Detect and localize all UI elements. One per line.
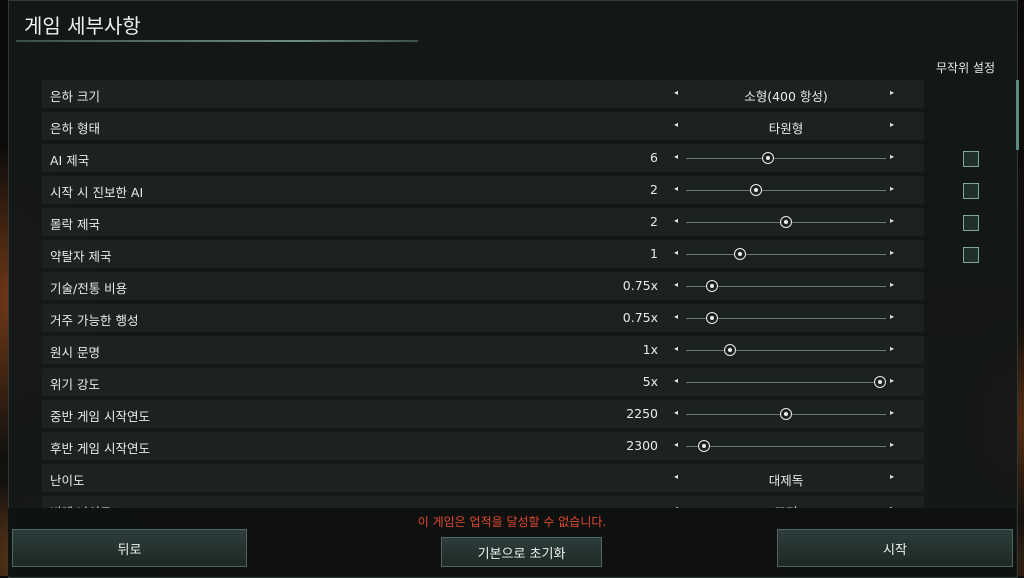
arrow-left-icon[interactable]: ◂ bbox=[674, 184, 678, 193]
setting-select-value[interactable]: 소형(400 항성) bbox=[682, 86, 890, 105]
reset-defaults-button[interactable]: 기본으로 초기화 bbox=[441, 537, 602, 567]
arrow-right-icon[interactable]: ▸ bbox=[890, 472, 894, 481]
setting-label: 몰락 제국 bbox=[50, 217, 100, 232]
setting-value: 0.75x bbox=[622, 310, 658, 325]
setting-label: 시작 시 진보한 AI bbox=[50, 185, 144, 200]
settings-list: 은하 크기 ◂ ▸ 소형(400 항성) 은하 형태 ◂ ▸ 타원형 AI 제국 ◂ ▸ 6 시작 시 … bbox=[42, 80, 924, 508]
arrow-right-icon[interactable]: ▸ bbox=[890, 280, 894, 289]
arrow-right-icon[interactable]: ▸ bbox=[890, 216, 894, 225]
slider-handle[interactable] bbox=[724, 344, 736, 356]
setting-row: 기술/전통 비용 ◂ ▸ 0.75x bbox=[42, 272, 924, 300]
achievement-warning: 이 게임은 업적을 달성할 수 없습니다. bbox=[417, 515, 607, 529]
slider-handle[interactable] bbox=[874, 376, 886, 388]
arrow-left-icon[interactable]: ◂ bbox=[674, 120, 678, 129]
slider-handle[interactable] bbox=[750, 184, 762, 196]
setting-row: 비례 난이도◂▸끄기 bbox=[42, 496, 924, 508]
setting-row: 중반 게임 시작연도 ◂ ▸ 2250 bbox=[42, 400, 924, 428]
arrow-right-icon[interactable]: ▸ bbox=[890, 88, 894, 97]
arrow-left-icon[interactable]: ◂ bbox=[674, 248, 678, 257]
arrow-right-icon[interactable]: ▸ bbox=[890, 248, 894, 257]
setting-label: 기술/전통 비용 bbox=[50, 281, 128, 296]
random-checkbox[interactable] bbox=[963, 215, 979, 231]
setting-select-value[interactable]: 대제독 bbox=[682, 470, 890, 489]
arrow-right-icon[interactable]: ▸ bbox=[890, 184, 894, 193]
slider-handle[interactable] bbox=[734, 248, 746, 260]
setting-label: 거주 가능한 행성 bbox=[50, 313, 139, 328]
setting-row: 은하 형태 ◂ ▸ 타원형 bbox=[42, 112, 924, 140]
setting-label: 은하 크기 bbox=[50, 89, 100, 104]
slider-handle[interactable] bbox=[762, 152, 774, 164]
start-button[interactable]: 시작 bbox=[777, 529, 1013, 567]
setting-value: 1 bbox=[650, 246, 658, 261]
arrow-right-icon[interactable]: ▸ bbox=[890, 440, 894, 449]
setting-select-value[interactable]: 타원형 bbox=[682, 118, 890, 137]
arrow-left-icon[interactable]: ◂ bbox=[674, 344, 678, 353]
random-checkbox[interactable] bbox=[963, 183, 979, 199]
arrow-left-icon[interactable]: ◂ bbox=[674, 472, 678, 481]
slider-track[interactable] bbox=[686, 254, 886, 255]
setting-row: AI 제국 ◂ ▸ 6 bbox=[42, 144, 924, 172]
setting-value: 6 bbox=[650, 150, 658, 165]
scrollbar[interactable] bbox=[1016, 80, 1019, 150]
setting-label: AI 제국 bbox=[50, 153, 90, 168]
arrow-left-icon[interactable]: ◂ bbox=[674, 152, 678, 161]
setting-label: 후반 게임 시작연도 bbox=[50, 441, 150, 456]
setting-value: 2300 bbox=[626, 438, 658, 453]
setting-label: 원시 문명 bbox=[50, 345, 100, 360]
slider-handle[interactable] bbox=[698, 440, 710, 452]
setting-value: 5x bbox=[642, 374, 658, 389]
setting-row: 난이도 ◂ ▸ 대제독 bbox=[42, 464, 924, 492]
setting-value: 2250 bbox=[626, 406, 658, 421]
setting-label: 난이도 bbox=[50, 473, 85, 488]
slider-track[interactable] bbox=[686, 158, 886, 159]
arrow-left-icon[interactable]: ◂ bbox=[674, 280, 678, 289]
setting-value: 2 bbox=[650, 182, 658, 197]
page-title: 게임 세부사항 bbox=[24, 14, 141, 38]
arrow-right-icon[interactable]: ▸ bbox=[890, 344, 894, 353]
arrow-left-icon[interactable]: ◂ bbox=[674, 216, 678, 225]
setting-row: 위기 강도 ◂ ▸ 5x bbox=[42, 368, 924, 396]
setting-value: 2 bbox=[650, 214, 658, 229]
setting-label: 중반 게임 시작연도 bbox=[50, 409, 150, 424]
setting-row: 원시 문명 ◂ ▸ 1x bbox=[42, 336, 924, 364]
arrow-right-icon[interactable]: ▸ bbox=[890, 408, 894, 417]
arrow-left-icon[interactable]: ◂ bbox=[674, 408, 678, 417]
setting-label: 약탈자 제국 bbox=[50, 249, 112, 264]
setting-row: 거주 가능한 행성 ◂ ▸ 0.75x bbox=[42, 304, 924, 332]
setting-row: 약탈자 제국 ◂ ▸ 1 bbox=[42, 240, 924, 268]
arrow-right-icon[interactable]: ▸ bbox=[890, 152, 894, 161]
slider-track[interactable] bbox=[686, 446, 886, 447]
arrow-left-icon[interactable]: ◂ bbox=[674, 376, 678, 385]
setting-row: 후반 게임 시작연도 ◂ ▸ 2300 bbox=[42, 432, 924, 460]
slider-track[interactable] bbox=[686, 190, 886, 191]
setting-label: 위기 강도 bbox=[50, 377, 100, 392]
slider-handle[interactable] bbox=[706, 312, 718, 324]
arrow-left-icon[interactable]: ◂ bbox=[674, 88, 678, 97]
random-settings-header: 무작위 설정 bbox=[936, 61, 996, 75]
slider-track[interactable] bbox=[686, 350, 886, 351]
slider-handle[interactable] bbox=[706, 280, 718, 292]
slider-handle[interactable] bbox=[780, 408, 792, 420]
slider-track[interactable] bbox=[686, 382, 886, 383]
setting-value: 1x bbox=[642, 342, 658, 357]
arrow-right-icon[interactable]: ▸ bbox=[890, 376, 894, 385]
setting-label: 은하 형태 bbox=[50, 121, 100, 136]
random-checkbox[interactable] bbox=[963, 151, 979, 167]
setting-row: 은하 크기 ◂ ▸ 소형(400 항성) bbox=[42, 80, 924, 108]
slider-handle[interactable] bbox=[780, 216, 792, 228]
setting-value: 0.75x bbox=[622, 278, 658, 293]
arrow-right-icon[interactable]: ▸ bbox=[890, 120, 894, 129]
title-underline bbox=[16, 40, 418, 42]
random-checkbox[interactable] bbox=[963, 247, 979, 263]
setting-row: 몰락 제국 ◂ ▸ 2 bbox=[42, 208, 924, 236]
setting-row: 시작 시 진보한 AI ◂ ▸ 2 bbox=[42, 176, 924, 204]
arrow-left-icon[interactable]: ◂ bbox=[674, 312, 678, 321]
arrow-right-icon[interactable]: ▸ bbox=[890, 312, 894, 321]
back-button[interactable]: 뒤로 bbox=[12, 529, 247, 567]
arrow-left-icon[interactable]: ◂ bbox=[674, 440, 678, 449]
